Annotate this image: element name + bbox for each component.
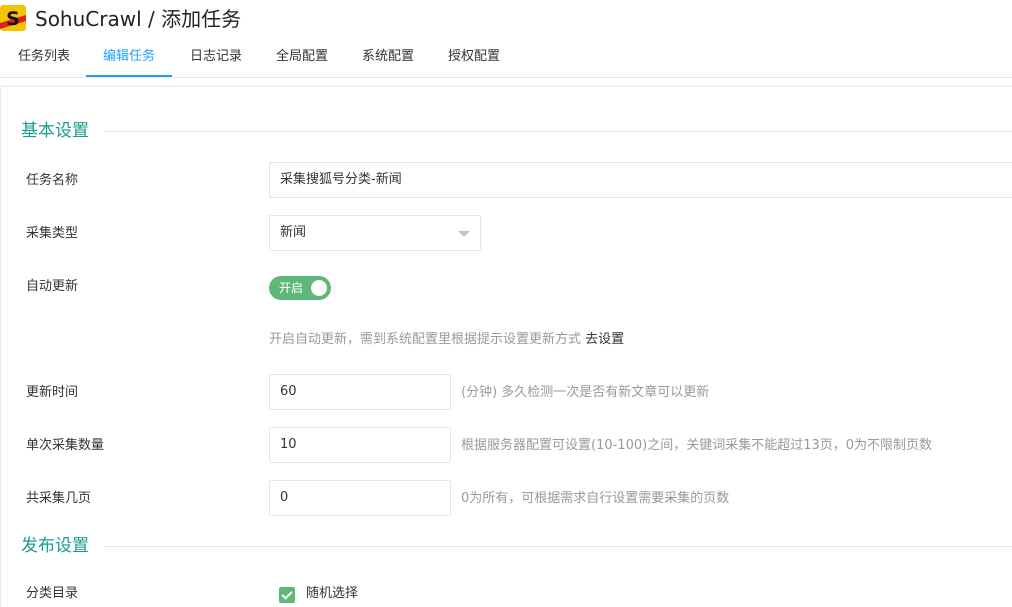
section-basic-settings: 基本设置 [0,116,1012,146]
app-header: S SohuCrawl / 添加任务 [0,0,1012,38]
section-divider [104,546,1012,547]
svg-text:S: S [6,8,20,30]
sohucrawl-logo-icon: S [0,5,26,31]
update-time-input[interactable]: 60 [269,374,451,410]
chevron-down-icon [458,231,470,237]
page-title: SohuCrawl / 添加任务 [35,7,242,31]
tab-global-config[interactable]: 全局配置 [272,38,332,76]
total-pages-hint: 0为所有，可根据需求自行设置需要采集的页数 [461,491,730,506]
switch-knob [311,280,327,296]
update-time-label: 更新时间 [26,385,79,400]
section-divider [104,131,1012,132]
batch-count-hint: 根据服务器配置可设置(10-100)之间，关键词采集不能超过13页，0为不限制页… [461,438,933,453]
batch-count-label: 单次采集数量 [26,438,105,453]
auto-update-hint: 开启自动更新，需到系统配置里根据提示设置更新方式 去设置 [269,330,624,350]
batch-count-input[interactable]: 10 [269,427,451,463]
section-title: 发布设置 [21,536,89,556]
auto-update-switch[interactable]: 开启 [269,276,331,300]
go-settings-link[interactable]: 去设置 [585,332,624,347]
crawl-type-select[interactable]: 新闻 [269,215,481,251]
task-name-input[interactable]: 采集搜狐号分类-新闻 [269,162,1012,198]
category-dir-label: 分类目录 [26,586,79,601]
tab-system-config[interactable]: 系统配置 [358,38,418,76]
section-title: 基本设置 [21,121,89,141]
update-time-hint: (分钟) 多久检测一次是否有新文章可以更新 [461,385,710,400]
crawl-type-label: 采集类型 [26,226,79,241]
auto-update-label: 自动更新 [26,279,79,294]
crawl-type-value: 新闻 [280,225,307,240]
total-pages-input[interactable]: 0 [269,480,451,516]
auto-update-hint-text: 开启自动更新，需到系统配置里根据提示设置更新方式 [269,332,582,347]
tab-edit-task[interactable]: 编辑任务 [86,38,172,77]
random-select-checkbox[interactable] [279,587,295,603]
random-select-label: 随机选择 [306,586,359,601]
total-pages-label: 共采集几页 [26,491,92,506]
tab-log-records[interactable]: 日志记录 [186,38,246,76]
tab-bar: 任务列表 编辑任务 日志记录 全局配置 系统配置 授权配置 [0,38,1012,78]
section-publish-settings: 发布设置 [0,531,1012,561]
switch-label: 开启 [279,281,304,295]
tab-license-config[interactable]: 授权配置 [444,38,504,76]
task-name-label: 任务名称 [26,173,79,188]
tab-task-list[interactable]: 任务列表 [14,38,74,76]
